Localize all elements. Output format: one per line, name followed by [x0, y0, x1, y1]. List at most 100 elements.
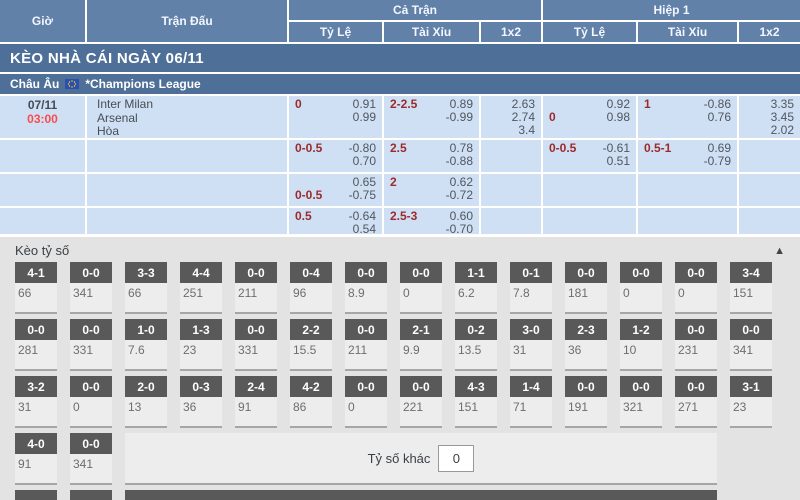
- score-odds-cell[interactable]: 2-013: [125, 376, 167, 428]
- score-odds-cell[interactable]: 4-3151: [455, 376, 497, 428]
- odds-cell-h1-overunder[interactable]: 0.5-10.69-0.79: [638, 140, 737, 172]
- odds-cell-ft-overunder[interactable]: 2.50.78-0.88: [384, 140, 479, 172]
- odds-cell-h1-handicap[interactable]: 0-0.5-0.610.51: [543, 140, 636, 172]
- score-odds-cell[interactable]: 0-0211: [345, 319, 387, 371]
- odds-cell-h1-1x2[interactable]: 3.353.452.02: [739, 96, 800, 138]
- score-odds-cell[interactable]: 0-0211: [235, 262, 277, 314]
- score-odds-cell[interactable]: 0-0341: [730, 319, 772, 371]
- odds-cell-ft-handicap[interactable]: 0.650-0.5-0.75: [289, 174, 382, 206]
- score-odds-cell[interactable]: 1-471: [510, 376, 552, 428]
- score-odds-cell[interactable]: 1-07.6: [125, 319, 167, 371]
- match-date: 07/11: [6, 98, 79, 112]
- score-odds-cell[interactable]: 1-323: [180, 319, 222, 371]
- score-odds-value: 31: [510, 340, 552, 357]
- odds-cell-ft-overunder[interactable]: 2.5-30.60-0.70: [384, 208, 479, 234]
- score-odds-cell[interactable]: 0-0271: [675, 376, 717, 428]
- score-odds-value: 321: [620, 397, 662, 414]
- score-odds-cell[interactable]: 4-091: [15, 433, 57, 485]
- odds-cell-h1-handicap[interactable]: 0.9200.98: [543, 96, 636, 138]
- odds-cell-ft-handicap[interactable]: 00.910.99: [289, 96, 382, 138]
- column-group-full-time: Cả Trận: [289, 0, 541, 20]
- score-odds-cell[interactable]: 0-0281: [15, 319, 57, 371]
- odds-value: 0.54: [353, 223, 376, 234]
- score-odds-cell[interactable]: 2-491: [235, 376, 277, 428]
- score-odds-cell[interactable]: 0-496: [290, 262, 332, 314]
- score-label: 4-2: [290, 376, 332, 397]
- score-odds-cell[interactable]: 1-16.2: [455, 262, 497, 314]
- column-header-ft-overunder: Tài Xỉu: [384, 22, 479, 42]
- score-odds-cell[interactable]: 0-0341: [70, 433, 112, 485]
- score-odds-cell[interactable]: 0-0191: [565, 376, 607, 428]
- score-label: 0-0: [70, 319, 112, 340]
- score-odds-value: 181: [565, 283, 607, 300]
- score-label: 0-0: [345, 319, 387, 340]
- match-time-empty: [0, 208, 85, 234]
- score-odds-cell[interactable]: 0-0221: [400, 376, 442, 428]
- score-label: 0-0: [565, 376, 607, 397]
- column-header-match: Trận Đấu: [87, 0, 287, 42]
- score-label: 4-4: [180, 262, 222, 283]
- score-odds-value: 341: [730, 340, 772, 357]
- score-odds-cell[interactable]: 3-123: [730, 376, 772, 428]
- odds-cell-h1-handicap-empty: [543, 174, 636, 206]
- score-odds-value: 23: [180, 340, 222, 357]
- score-odds-cell[interactable]: 3-4151: [730, 262, 772, 314]
- score-label: 1-3: [180, 319, 222, 340]
- odds-cell-ft-overunder[interactable]: 20.62-0.72: [384, 174, 479, 206]
- other-score-input[interactable]: [438, 445, 474, 472]
- score-odds-value: 0: [675, 283, 717, 300]
- score-odds-cell[interactable]: 0-00: [400, 262, 442, 314]
- score-label: 1-0: [125, 319, 167, 340]
- score-odds-cell[interactable]: 2-215.5: [290, 319, 332, 371]
- score-odds-cell[interactable]: 0-00: [345, 376, 387, 428]
- score-odds-cell[interactable]: 2-336: [565, 319, 607, 371]
- score-label: 3-0: [510, 319, 552, 340]
- score-label: 3-2: [15, 376, 57, 397]
- score-odds-cell[interactable]: [70, 490, 112, 500]
- score-odds-cell[interactable]: 0-00: [675, 262, 717, 314]
- score-odds-cell[interactable]: 0-0231: [675, 319, 717, 371]
- score-odds-value: 13: [125, 397, 167, 414]
- score-odds-cell[interactable]: 0-0331: [235, 319, 277, 371]
- odds-cell-h1-1x2-empty: [739, 140, 800, 172]
- score-odds-cell[interactable]: 0-0181: [565, 262, 607, 314]
- score-odds-value: 36: [565, 340, 607, 357]
- score-odds-cell[interactable]: 4-166: [15, 262, 57, 314]
- odds-cell-ft-handicap[interactable]: 0.5-0.640.54: [289, 208, 382, 234]
- score-odds-cell[interactable]: 4-286: [290, 376, 332, 428]
- score-row: 3-231 0-00 2-013 0-336 2-491 4-286 0-00 0-0221 4…: [15, 376, 800, 428]
- score-label: 2-4: [235, 376, 277, 397]
- handicap-label: 0.5-1: [644, 142, 671, 155]
- handicap-label: 2-2.5: [390, 98, 417, 111]
- collapse-arrow-icon[interactable]: ▲: [774, 245, 785, 257]
- league-name: *Champions League: [85, 77, 200, 91]
- score-odds-cell[interactable]: 3-366: [125, 262, 167, 314]
- score-odds-cell[interactable]: 0-0341: [70, 262, 112, 314]
- odds-cell-ft-overunder[interactable]: 2-2.50.89-0.99: [384, 96, 479, 138]
- column-header-h1-odds: Tỷ Lệ: [543, 22, 636, 42]
- score-odds-cell[interactable]: 1-210: [620, 319, 662, 371]
- score-odds-cell[interactable]: 0-336: [180, 376, 222, 428]
- score-odds-cell[interactable]: 0-00: [620, 262, 662, 314]
- score-odds-cell[interactable]: 4-4251: [180, 262, 222, 314]
- score-odds-cell[interactable]: 0-00: [70, 376, 112, 428]
- score-odds-cell[interactable]: 2-19.9: [400, 319, 442, 371]
- score-label: 0-2: [455, 319, 497, 340]
- team-name: Arsenal: [97, 112, 281, 126]
- odds-cell-ft-1x2[interactable]: 2.632.743.4: [481, 96, 541, 138]
- odds-cell-h1-overunder[interactable]: 1-0.860.76: [638, 96, 737, 138]
- column-header-ft-odds: Tỷ Lệ: [289, 22, 382, 42]
- odds-cell-ft-handicap[interactable]: 0-0.5-0.800.70: [289, 140, 382, 172]
- score-odds-cell[interactable]: [15, 490, 57, 500]
- score-row: 0-02810-03311-07.61-3230-03312-215.50-02…: [15, 319, 800, 371]
- score-odds-cell[interactable]: 0-08.9: [345, 262, 387, 314]
- score-row: 4-166 0-0341 3-366 4-4251 0-0211 0-496 0-08.9 0…: [15, 262, 800, 314]
- odds-line: 0.54: [295, 223, 376, 234]
- score-odds-value: 15.5: [290, 340, 332, 357]
- score-odds-cell[interactable]: 3-031: [510, 319, 552, 371]
- score-odds-cell[interactable]: 0-0321: [620, 376, 662, 428]
- score-odds-cell[interactable]: 3-231: [15, 376, 57, 428]
- score-odds-cell[interactable]: 0-17.8: [510, 262, 552, 314]
- score-odds-cell[interactable]: 0-0331: [70, 319, 112, 371]
- score-odds-cell[interactable]: 0-213.5: [455, 319, 497, 371]
